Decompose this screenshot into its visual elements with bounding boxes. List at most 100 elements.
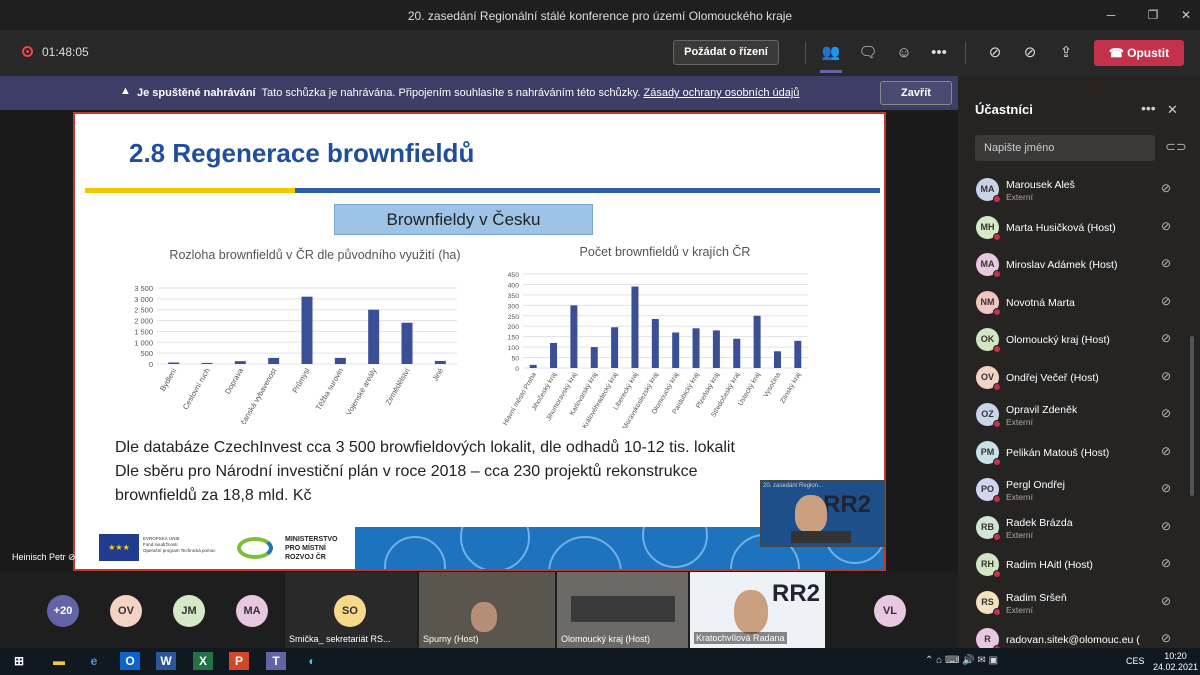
chat-icon[interactable]: 🗨 [858,43,878,63]
tray-icons[interactable]: ⌃ ⌂ ⌨ 🔊 ✉ ▣ [925,655,998,666]
participant-row[interactable]: RH Radim HAitl (Host) ⊘ [958,548,1188,585]
bar [234,361,246,364]
status-badge [993,382,1001,391]
participant-row[interactable]: PO Pergl Ondřej Externí ⊘ [958,473,1188,510]
participants-icon[interactable]: 👥 [821,43,841,63]
teams-icon[interactable]: T [266,652,286,670]
banner-strong: Je spuštěné nahrávání [137,87,256,99]
excel-icon[interactable]: X [193,652,213,670]
video-tile[interactable]: Olomoucký kraj (Host) [557,572,688,648]
leave-button[interactable]: ☎ Opustit [1094,40,1184,66]
mic-off-icon[interactable]: ⊘ [1161,181,1171,195]
x-tick-label: Hlavní město Praha [502,371,538,426]
mic-off-icon[interactable]: ⊘ [1161,556,1171,570]
participant-row[interactable]: MH Marta Husičková (Host) ⊘ [958,211,1188,248]
bar [712,330,720,368]
scrollbar[interactable] [1190,336,1194,496]
banner-message: Tato schůzka je nahrávána. Připojením so… [261,87,641,99]
avatar[interactable]: VL [874,595,906,627]
self-preview-video[interactable]: 20. zasedání Region... RR2 [760,480,885,547]
bar [733,338,741,368]
dismiss-button[interactable]: Zavřít [880,81,952,105]
participant-row[interactable]: MA Miroslav Adámek (Host) ⊘ [958,248,1188,285]
participant-row[interactable]: RB Radek Brázda Externí ⊘ [958,511,1188,548]
avatar: OK [976,328,1001,353]
video-tile[interactable]: Spurny (Host) [419,572,555,648]
participant-row[interactable]: MA Marousek Aleš Externí ⊘ [958,173,1188,210]
x-tick-label: Zemědělství [384,366,413,407]
participant-row[interactable]: OZ Opravil Zdeněk Externí ⊘ [958,398,1188,435]
mic-off-icon[interactable]: ⊘ [1161,631,1171,645]
word-icon[interactable]: W [156,652,176,670]
camera-off-icon[interactable]: ⊘ [985,43,1005,63]
video-person [734,590,768,634]
banner-text: Je spuštěné nahrávání Tato schůzka je na… [137,87,799,99]
edge-icon[interactable]: ◐ [302,652,322,670]
powerpoint-icon[interactable]: P [229,652,249,670]
more-actions-icon[interactable]: ••• [929,43,949,63]
bar [401,322,413,364]
mic-off-icon[interactable]: ⊘ [1161,256,1171,270]
participant-search-input[interactable] [975,135,1155,161]
participant-row[interactable]: NM Novotná Marta ⊘ [958,286,1188,323]
share-screen-icon[interactable]: ⇪ [1056,43,1076,63]
mic-off-icon[interactable]: ⊘ [1161,481,1171,495]
pip-controls[interactable] [791,531,851,543]
mic-off-icon[interactable]: ⊘ [1161,219,1171,233]
avatar[interactable]: +20 [47,595,79,627]
mic-off-icon[interactable]: ⊘ [1161,594,1171,608]
privacy-link[interactable]: Zásady ochrany osobních údajů [643,87,799,99]
tile-label: Kratochvílová Radana [694,632,787,644]
mic-off-icon[interactable]: ⊘ [1020,43,1040,63]
request-control-button[interactable]: Požádat o řízení [673,40,779,65]
participant-row[interactable]: Rradovan.sitek@olomouc.eu (⊘ [958,623,1188,649]
x-tick-label: Cestovní ruch [181,367,212,412]
participant-list: MA Marousek Aleš Externí ⊘ MH Marta Husičková… [958,173,1200,649]
avatar-label: OV [118,605,134,617]
mic-off-icon[interactable]: ⊘ [1161,406,1171,420]
clock[interactable]: 10:20 24.02.2021 [1153,651,1198,673]
avatar[interactable]: JM [173,595,205,627]
video-tile[interactable]: RR2 Kratochvílová Radana [690,572,825,648]
bar [773,351,781,368]
avatar-initials: MA [980,184,995,194]
close-panel-icon[interactable]: ✕ [1167,102,1178,118]
start-icon[interactable]: ⊞ [9,652,29,670]
participant-row[interactable]: OK Olomoucký kraj (Host) ⊘ [958,323,1188,360]
file-explorer-icon[interactable]: ▬ [49,652,69,670]
mmr-logo-text: MINISTERSTVO PRO MÍSTNÍ ROZVOJ ČR [285,535,338,562]
mic-off-icon[interactable]: ⊘ [1161,444,1171,458]
outlook-icon[interactable]: O [120,652,140,670]
video-tile[interactable]: SO Smička_ sekretariát RS... [285,572,417,648]
avatar-initials: OV [980,371,994,382]
mic-off-icon[interactable]: ⊘ [1161,294,1171,308]
minimize-icon[interactable]: ─ [1101,8,1121,22]
more-options-icon[interactable]: ••• [1141,100,1156,116]
participant-row[interactable]: PM Pelikán Matouš (Host) ⊘ [958,436,1188,473]
share-link-icon[interactable]: ⊂⊃ [1165,139,1187,155]
avatar-label: VL [882,605,898,617]
participant-row[interactable]: RS Radim Sršeň Externí ⊘ [958,586,1188,623]
close-window-icon[interactable]: ✕ [1176,8,1196,22]
mic-off-icon[interactable]: ⊘ [1161,369,1171,383]
maximize-icon[interactable]: ❐ [1143,8,1163,22]
status-badge [993,570,1001,578]
bar [753,315,761,368]
reactions-icon[interactable]: ☺ [894,43,914,63]
language-indicator[interactable]: CES [1126,656,1145,666]
avatar-initials: OK [980,334,995,344]
body-line: Dle databáze CzechInvest cca 3 500 browf… [115,439,735,456]
bar [201,362,213,364]
mic-off-icon[interactable]: ⊘ [1161,519,1171,533]
avatar[interactable]: MA [236,595,268,627]
ie-icon[interactable]: e [84,652,104,670]
participant-row[interactable]: OV Ondřej Večeř (Host) ⊘ [958,361,1188,398]
y-tick-label: 1 000 [134,338,153,347]
bar [550,342,558,368]
mic-off-icon[interactable]: ⊘ [1161,331,1171,345]
bar [570,305,578,368]
avatar-initials: RH [981,559,994,569]
avatar[interactable]: OV [110,595,142,627]
participant-name: radovan.sitek@olomouc.eu ( [1006,634,1140,646]
y-tick-label: 0 [515,366,519,373]
